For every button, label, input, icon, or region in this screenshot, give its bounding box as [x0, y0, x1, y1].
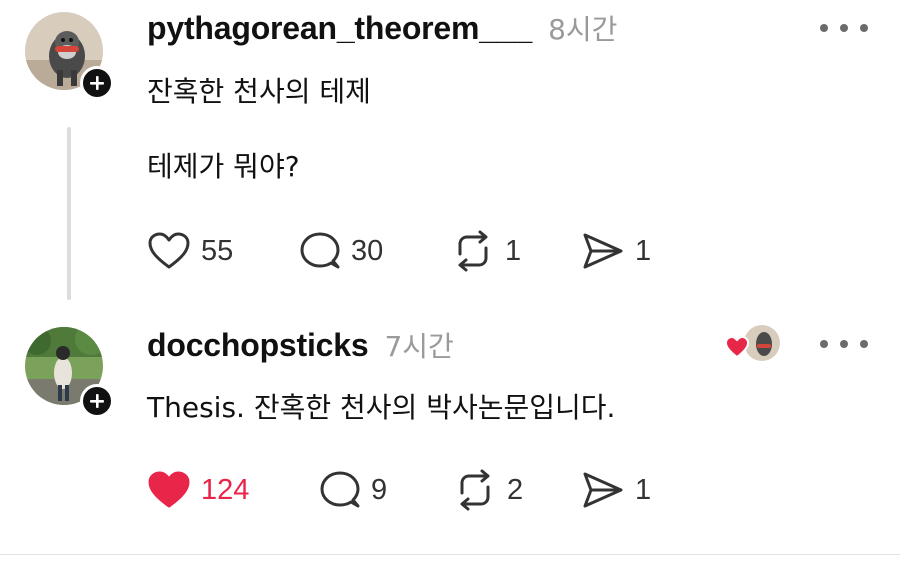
- repost-button[interactable]: 1: [451, 230, 581, 272]
- timestamp: 7시간: [384, 330, 454, 363]
- comment-icon: [300, 232, 340, 269]
- share-icon: [583, 233, 623, 269]
- comment-count: 30: [351, 234, 384, 267]
- heart-icon: [148, 232, 190, 269]
- username[interactable]: pythagorean_theorem___: [147, 10, 532, 47]
- plus-icon: [90, 394, 104, 408]
- post-header: docchopsticks 7시간: [147, 325, 454, 365]
- more-icon: [820, 340, 828, 348]
- share-icon: [583, 472, 623, 508]
- heart-icon: [724, 335, 750, 359]
- comment-count: 9: [371, 473, 388, 506]
- more-options-button[interactable]: [820, 329, 868, 359]
- avatar-2[interactable]: [25, 327, 114, 418]
- thread-line: [67, 127, 71, 300]
- threads-feed: pythagorean_theorem___ 8시간 잔혹한 천사의 테제 테제…: [0, 0, 900, 563]
- post-1: pythagorean_theorem___ 8시간 잔혹한 천사의 테제 테제…: [0, 0, 900, 310]
- action-bar: 55 30 1 1: [147, 227, 651, 275]
- share-button[interactable]: 1: [581, 470, 651, 510]
- share-button[interactable]: 1: [581, 231, 651, 271]
- repost-count: 2: [507, 473, 524, 506]
- repost-icon: [460, 469, 490, 511]
- comment-button[interactable]: 30: [299, 230, 451, 272]
- like-button[interactable]: 55: [147, 231, 299, 271]
- plus-icon: [90, 76, 104, 90]
- action-bar: 124 9 2 1: [147, 466, 651, 514]
- more-options-button[interactable]: [820, 13, 868, 43]
- more-icon: [820, 24, 828, 32]
- more-icon: [860, 24, 868, 32]
- like-button[interactable]: 124: [147, 470, 319, 510]
- more-icon: [840, 24, 848, 32]
- post-2: docchopsticks 7시간 Thesis. 잔혹한 천사의 박사논문입니…: [0, 310, 900, 563]
- post-text: 잔혹한 천사의 테제: [147, 75, 371, 108]
- username[interactable]: docchopsticks: [147, 327, 369, 364]
- timestamp: 8시간: [548, 13, 618, 46]
- share-count: 1: [635, 234, 652, 267]
- post-text-line-2: 테제가 뭐야?: [147, 150, 300, 183]
- more-icon: [860, 340, 868, 348]
- follow-button[interactable]: [80, 66, 114, 100]
- post-text: Thesis. 잔혹한 천사의 박사논문입니다.: [147, 391, 616, 424]
- heart-icon: [148, 471, 190, 508]
- share-count: 1: [635, 473, 652, 506]
- liked-by-author-indicator: [724, 324, 782, 364]
- avatar-1[interactable]: [25, 12, 114, 100]
- follow-button[interactable]: [80, 384, 114, 418]
- like-count: 55: [201, 234, 234, 267]
- comment-button[interactable]: 9: [319, 469, 453, 511]
- more-icon: [840, 340, 848, 348]
- post-divider: [0, 554, 900, 555]
- repost-icon: [458, 230, 488, 272]
- repost-button[interactable]: 2: [453, 469, 581, 511]
- comment-icon: [320, 471, 360, 508]
- repost-count: 1: [505, 234, 522, 267]
- like-count: 124: [201, 473, 250, 506]
- post-header: pythagorean_theorem___ 8시간: [147, 8, 617, 48]
